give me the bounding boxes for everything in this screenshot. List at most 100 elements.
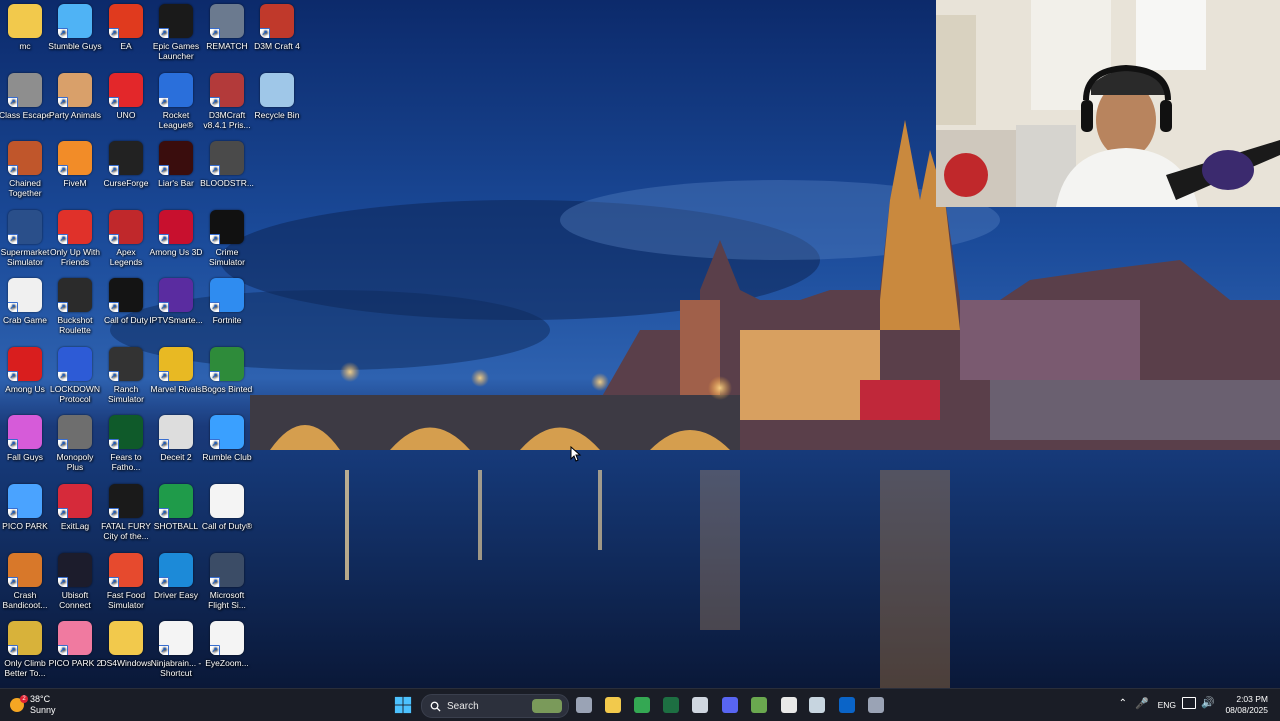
epic-games-icon: ↗: [159, 4, 193, 38]
desktop-icon[interactable]: ↗ Fast Food Simulator: [101, 549, 151, 610]
desktop-icon[interactable]: ↗ Supermarket Simulator: [0, 206, 50, 267]
desktop-icon[interactable]: ↗ Ubisoft Connect: [50, 549, 100, 610]
desktop-icon[interactable]: ↗ Fortnite: [202, 274, 252, 325]
desktop-icon-label: Epic Games Launcher: [152, 41, 200, 61]
fall-guys-icon: ↗: [8, 415, 42, 449]
lockdown-protocol-icon: ↗: [58, 347, 92, 381]
taskbar-app-button[interactable]: [866, 695, 886, 715]
desktop-icon[interactable]: ↗ D3M Craft 4: [252, 0, 302, 51]
taskbar-app-button[interactable]: [603, 695, 623, 715]
taskbar-app-button[interactable]: [749, 695, 769, 715]
desktop-icon[interactable]: ↗ Class Escape: [0, 69, 51, 120]
search-label: Search: [447, 700, 479, 712]
desktop-icon[interactable]: ↗ Chained Together: [0, 137, 50, 198]
desktop-icon[interactable]: ↗ ExitLag: [50, 480, 100, 531]
shortcut-arrow-icon: ↗: [58, 439, 68, 449]
desktop-icon[interactable]: ↗ Crash Bandicoot...: [0, 549, 50, 610]
desktop-icon[interactable]: ↗ Fears to Fatho...: [101, 411, 151, 472]
desktop-icon[interactable]: ↗ Among Us: [0, 343, 50, 394]
discord-icon: [722, 697, 738, 713]
windows-icon: [394, 696, 412, 714]
volume-icon[interactable]: 🔊: [1201, 696, 1215, 709]
desktop-icon[interactable]: ↗ Only Climb Better To...: [0, 617, 50, 678]
desktop-icon-label: LOCKDOWN Protocol: [49, 384, 101, 404]
desktop-icon[interactable]: ↗ Marvel Rivals: [150, 343, 202, 394]
eyezoom-icon: ↗: [210, 621, 244, 655]
desktop-icon-label: Marvel Rivals: [150, 384, 202, 394]
desktop-icon[interactable]: ↗ FiveM: [50, 137, 100, 188]
desktop-icon[interactable]: ↗ Among Us 3D: [149, 206, 203, 257]
desktop-icon[interactable]: ↗ Call of Duty: [101, 274, 151, 325]
weather-widget[interactable]: 2 38°C Sunny: [10, 693, 56, 717]
desktop-icon[interactable]: ↗ Apex Legends: [101, 206, 151, 267]
desktop-icon[interactable]: DS4Windows: [100, 617, 152, 668]
desktop-icon-label: Monopoly Plus: [56, 452, 94, 472]
desktop-icon[interactable]: ↗ EyeZoom...: [202, 617, 252, 668]
desktop-icon[interactable]: ↗ IPTVSmarte...: [149, 274, 203, 325]
shortcut-arrow-icon: ↗: [109, 577, 119, 587]
desktop-icon[interactable]: ↗ Microsoft Flight Si...: [202, 549, 252, 610]
desktop-icon[interactable]: ↗ BLOODSTR...: [200, 137, 254, 188]
desktop-icon[interactable]: ↗ EA: [101, 0, 151, 51]
desktop-icon-label: DS4Windows: [100, 658, 152, 668]
taskbar-app-button[interactable]: [779, 695, 799, 715]
desktop-icon[interactable]: ↗ Ninjabrain... - Shortcut: [151, 617, 201, 678]
desktop-icon[interactable]: ↗ Epic Games Launcher: [151, 0, 201, 61]
desktop-icon[interactable]: ↗ Driver Easy: [151, 549, 201, 600]
desktop-icon[interactable]: ↗ PICO PARK: [0, 480, 50, 531]
taskbar-app-button[interactable]: [807, 695, 827, 715]
party-animals-icon: ↗: [58, 73, 92, 107]
language-indicator[interactable]: ENG: [1158, 700, 1176, 710]
desktop-icon[interactable]: ↗ CurseForge: [101, 137, 151, 188]
desktop-icon[interactable]: ↗ Buckshot Roulette: [50, 274, 100, 335]
desktop-icon[interactable]: ↗ D3MCraft v8.4.1 Pris...: [202, 69, 252, 130]
desktop-icon[interactable]: ↗ FATAL FURY City of the...: [101, 480, 151, 541]
desktop-icon[interactable]: ↗ Rumble Club: [202, 411, 252, 462]
desktop-icon[interactable]: ↗ SHOTBALL: [151, 480, 201, 531]
desktop-icon-label: Deceit 2: [160, 452, 192, 462]
only-up-icon: ↗: [58, 210, 92, 244]
desktop-icon[interactable]: ↗ Crime Simulator: [202, 206, 252, 267]
desktop-icon[interactable]: mc: [0, 0, 50, 51]
taskbar-app-button[interactable]: [632, 695, 652, 715]
desktop-icon[interactable]: Call of Duty®: [202, 480, 252, 531]
desktop-icon[interactable]: ↗ Liar's Bar: [151, 137, 201, 188]
desktop-icon-label: Bogos Binted: [201, 384, 253, 394]
taskbar-search-box[interactable]: Search: [421, 694, 569, 718]
desktop-icon-label: Among Us 3D: [149, 247, 203, 257]
microphone-icon[interactable]: 🎤: [1135, 697, 1149, 710]
shortcut-arrow-icon: ↗: [109, 508, 119, 518]
shortcut-arrow-icon: ↗: [58, 302, 68, 312]
desktop-icon[interactable]: ↗ Only Up With Friends: [50, 206, 100, 267]
desktop-icon[interactable]: ↗ Ranch Simulator: [101, 343, 151, 404]
desktop-icon[interactable]: ↗ Rocket League®: [151, 69, 201, 130]
taskbar-app-button[interactable]: [690, 695, 710, 715]
desktop-icon[interactable]: ↗ Monopoly Plus: [50, 411, 100, 472]
desktop-icon[interactable]: ↗ Party Animals: [49, 69, 101, 120]
clock[interactable]: 2:03 PM 08/08/2025: [1225, 694, 1268, 716]
desktop-icon[interactable]: ↗ Bogos Binted: [202, 343, 252, 394]
shortcut-arrow-icon: ↗: [109, 439, 119, 449]
desktop-icon[interactable]: ↗ UNO: [101, 69, 151, 120]
desktop-icon[interactable]: ↗ REMATCH: [202, 0, 252, 51]
start-button[interactable]: [393, 695, 413, 715]
desktop-icon[interactable]: ↗ PICO PARK 2: [49, 617, 101, 668]
fears-to-fathom-icon: ↗: [109, 415, 143, 449]
desktop-icon[interactable]: ↗ Deceit 2: [151, 411, 201, 462]
taskbar-app-button[interactable]: [574, 695, 594, 715]
shotball-icon: ↗: [159, 484, 193, 518]
call-of-duty-icon: ↗: [109, 278, 143, 312]
chevron-up-icon[interactable]: ⌃: [1119, 698, 1127, 709]
taskbar-app-button[interactable]: [837, 695, 857, 715]
desktop-icon[interactable]: Recycle Bin: [252, 69, 302, 120]
crash-bandicoot-icon: ↗: [8, 553, 42, 587]
desktop-icon[interactable]: ↗ LOCKDOWN Protocol: [50, 343, 100, 404]
desktop-icon[interactable]: ↗ Stumble Guys: [48, 0, 102, 51]
network-icon[interactable]: [1182, 697, 1196, 709]
minecraft-icon: [751, 697, 767, 713]
taskbar-app-button[interactable]: [661, 695, 681, 715]
weather-condition: Sunny: [30, 705, 56, 715]
taskbar-app-button[interactable]: [720, 695, 740, 715]
desktop-icon[interactable]: ↗ Fall Guys: [0, 411, 50, 462]
desktop-icon[interactable]: ↗ Crab Game: [0, 274, 50, 325]
